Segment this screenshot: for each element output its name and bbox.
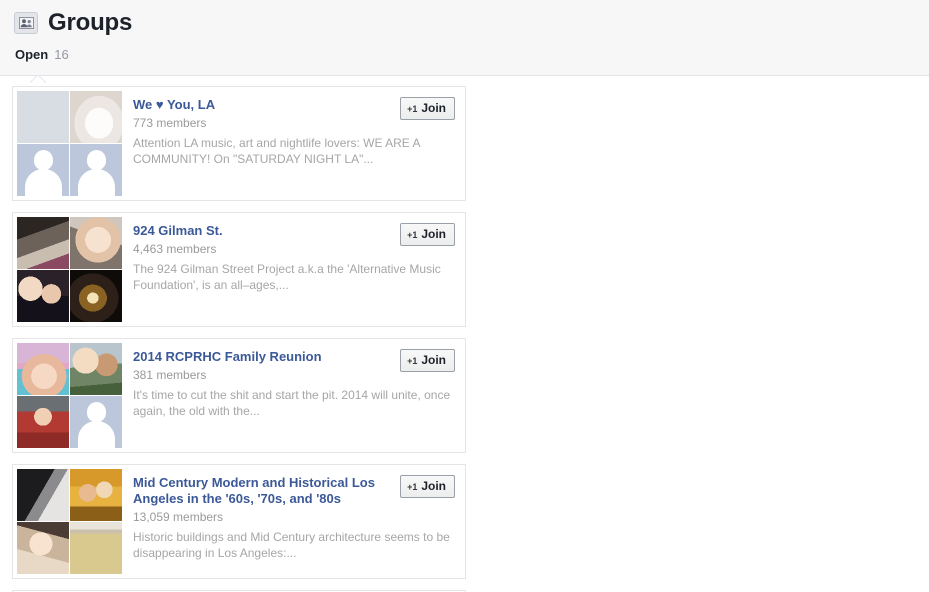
group-card[interactable]: 924 Gilman St. 4,463 members +1 Join The 924… [12, 212, 466, 327]
join-plus-label: +1 [407, 482, 417, 492]
page-title: Groups [48, 10, 132, 36]
default-avatar-icon [70, 144, 122, 196]
group-name-link[interactable]: 924 Gilman St. [133, 223, 223, 239]
group-card-body: Mid Century Modern and Historical Los An… [123, 465, 465, 578]
group-card[interactable]: 2014 RCPRHC Family Reunion 381 members +1 J… [12, 338, 466, 453]
tab-open-label: Open [15, 47, 48, 62]
groups-icon [14, 12, 38, 34]
member-photo [17, 343, 69, 395]
join-plus-label: +1 [407, 356, 417, 366]
group-description: Historic buildings and Mid Century archi… [133, 529, 453, 561]
join-plus-label: +1 [407, 230, 417, 240]
group-photo-mosaic [17, 469, 123, 575]
group-card-body: 2014 RCPRHC Family Reunion 381 members +1 J… [123, 339, 465, 452]
tab-open[interactable]: Open 16 [15, 47, 69, 62]
member-photo [17, 522, 69, 574]
group-card-body: We ♥ You, LA 773 members +1 Join Attention L… [123, 87, 465, 200]
join-button[interactable]: +1 Join [400, 475, 455, 498]
group-name-link[interactable]: Mid Century Modern and Historical Los An… [133, 475, 391, 507]
group-card[interactable]: Mid Century Modern and Historical Los An… [12, 464, 466, 579]
group-member-count: 4,463 members [133, 242, 223, 257]
member-photo [17, 91, 69, 143]
group-description: It's time to cut the shit and start the … [133, 387, 453, 419]
default-avatar-icon [70, 396, 122, 448]
member-photo [17, 270, 69, 322]
join-button[interactable]: +1 Join [400, 223, 455, 246]
group-description: The 924 Gilman Street Project a.k.a the … [133, 261, 453, 293]
group-photo-mosaic [17, 217, 123, 323]
groups-grid: We ♥ You, LA 773 members +1 Join Attention L… [0, 76, 929, 592]
tab-open-count: 16 [54, 47, 68, 62]
group-name-link[interactable]: We ♥ You, LA [133, 97, 215, 113]
member-photo [70, 270, 122, 322]
header-title-row: Groups [0, 0, 929, 40]
group-card-body: 924 Gilman St. 4,463 members +1 Join The 924… [123, 213, 465, 326]
group-card-top: Mid Century Modern and Historical Los An… [133, 475, 455, 525]
group-photo-mosaic [17, 91, 123, 197]
group-card[interactable]: We ♥ You, LA 773 members +1 Join Attention L… [12, 86, 466, 201]
member-photo [17, 469, 69, 521]
tabs-row: Open 16 [0, 40, 929, 68]
group-card-top: 924 Gilman St. 4,463 members +1 Join [133, 223, 455, 257]
join-button[interactable]: +1 Join [400, 97, 455, 120]
member-photo [70, 217, 122, 269]
join-button[interactable]: +1 Join [400, 349, 455, 372]
member-photo [17, 217, 69, 269]
join-button-label: Join [421, 227, 446, 241]
active-tab-caret-icon [30, 75, 46, 83]
join-button-label: Join [421, 479, 446, 493]
group-description: Attention LA music, art and nightlife lo… [133, 135, 453, 167]
default-avatar-icon [17, 144, 69, 196]
member-photo [70, 469, 122, 521]
member-photo [70, 343, 122, 395]
join-plus-label: +1 [407, 104, 417, 114]
group-member-count: 773 members [133, 116, 215, 131]
member-photo [17, 396, 69, 448]
group-name-link[interactable]: 2014 RCPRHC Family Reunion [133, 349, 322, 365]
join-button-label: Join [421, 353, 446, 367]
group-member-count: 381 members [133, 368, 322, 383]
group-card-top: 2014 RCPRHC Family Reunion 381 members +1 J… [133, 349, 455, 383]
group-photo-mosaic [17, 343, 123, 449]
group-card-top: We ♥ You, LA 773 members +1 Join [133, 97, 455, 131]
member-photo [70, 91, 122, 143]
member-photo [70, 522, 122, 574]
join-button-label: Join [421, 101, 446, 115]
page-header: Groups Open 16 [0, 0, 929, 76]
group-member-count: 13,059 members [133, 510, 391, 525]
